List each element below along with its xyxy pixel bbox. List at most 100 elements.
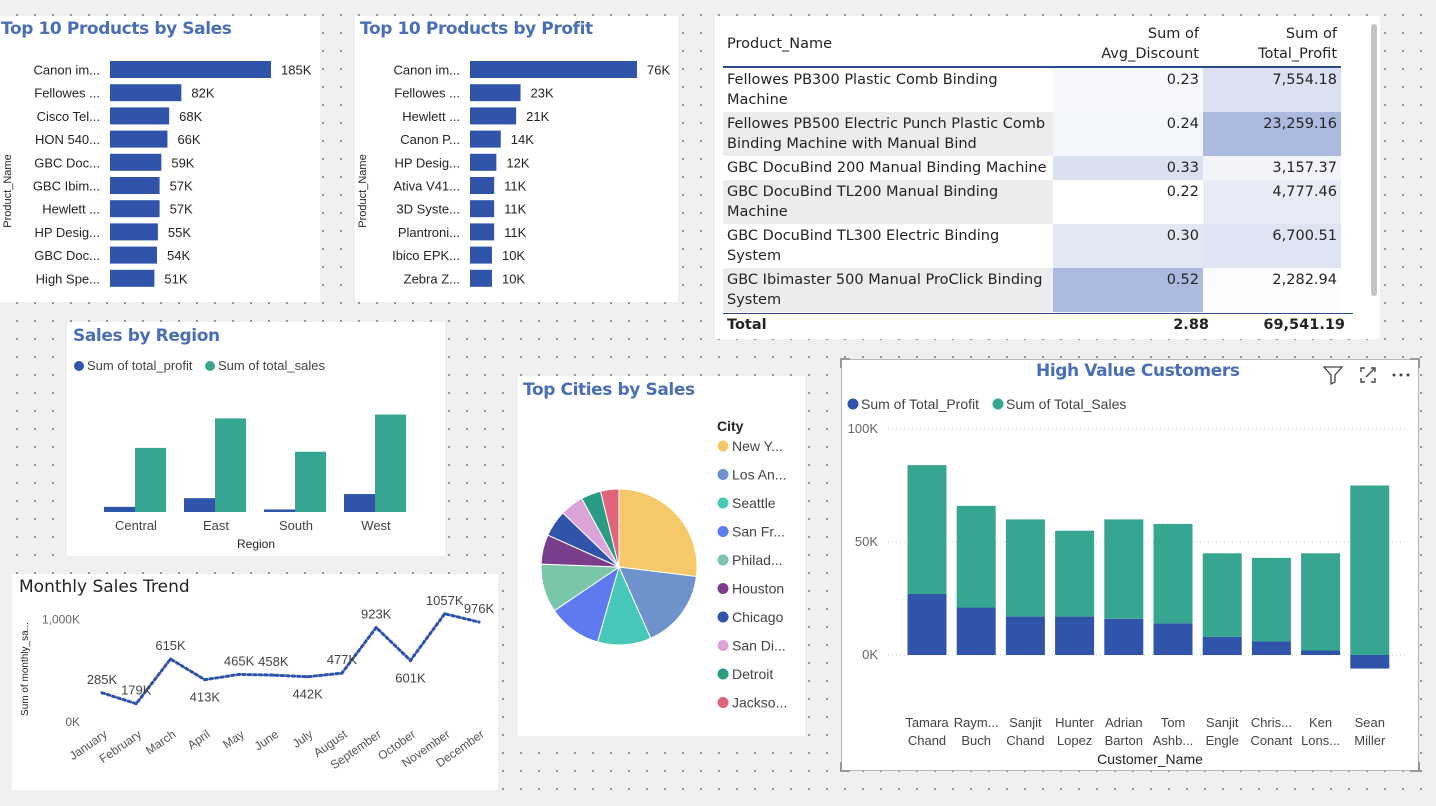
column-header-product-name[interactable]: Product_Name: [723, 22, 1053, 68]
sales-category-label: HP Desig...: [34, 225, 100, 240]
hv-sales-bar: [907, 465, 947, 594]
monthly-point: [237, 672, 241, 676]
top-products-profit-card[interactable]: Top 10 Products by Profit Product_Name Ca…: [355, 16, 678, 302]
table-row[interactable]: GBC DocuBind TL200 Manual Binding Machin…: [723, 180, 1341, 224]
resize-handle-top-left[interactable]: [840, 358, 850, 368]
cell-total-profit: 6,700.51: [1203, 224, 1341, 268]
region-axis-label: Region: [237, 537, 275, 551]
profit-value-label: 10K: [502, 271, 525, 286]
sales-category-label: GBC Doc...: [34, 155, 100, 170]
high-value-customers-card[interactable]: High Value Customers Sum of Total_Profit…: [840, 358, 1420, 772]
sales-bar: [110, 130, 168, 148]
monthly-x-label: June: [252, 727, 282, 754]
resize-handle-top-right[interactable]: [1410, 358, 1420, 368]
table-row[interactable]: GBC DocuBind TL300 Electric Binding Syst…: [723, 224, 1341, 268]
top-cities-card[interactable]: Top Cities by Sales City New Y... Los An..…: [518, 376, 805, 736]
profit-bar: [470, 177, 495, 194]
profit-category-label: Ibico EPK...: [392, 248, 460, 263]
hv-profit-bar: [1350, 655, 1390, 669]
hv-category-label: Ashb...: [1153, 733, 1193, 748]
hv-category-label: Raym...: [954, 715, 999, 730]
top-products-sales-chart[interactable]: Product_Name Canon im... 185K Fellowes ... 8…: [0, 16, 320, 302]
resize-handle-bottom-left[interactable]: [840, 762, 850, 772]
profit-value-label: 10K: [502, 248, 525, 263]
cities-legend-label: Chicago: [732, 609, 784, 625]
cities-legend-marker: [717, 526, 729, 537]
region-profit-bar: [184, 498, 215, 512]
cities-legend-marker: [717, 554, 729, 566]
hv-category-label: Hunter: [1055, 715, 1095, 730]
sales-category-label: GBC Doc...: [34, 248, 100, 263]
profit-bar: [470, 130, 501, 148]
column-header-total-profit[interactable]: Sum of Total_Profit: [1203, 22, 1341, 68]
monthly-data-label: 458K: [258, 654, 289, 669]
top-products-sales-card[interactable]: Top 10 Products by Sales Product_Name Can…: [0, 16, 320, 302]
cities-legend-label: Jackso...: [732, 695, 787, 711]
cell-total-profit: 2,282.94: [1203, 268, 1341, 312]
sales-value-label: 57K: [170, 179, 193, 194]
high-value-customers-chart[interactable]: Sum of Total_Profit Sum of Total_Sales 100…: [842, 360, 1418, 770]
sales-by-region-chart[interactable]: Sum of total_profit Sum of total_sales Cen…: [67, 322, 445, 556]
hv-sales-bar: [1251, 557, 1291, 642]
sales-category-label: Hewlett ...: [42, 202, 100, 217]
sales-value-label: 66K: [177, 132, 200, 147]
monthly-data-label: 601K: [395, 670, 426, 685]
table-row[interactable]: Fellowes PB300 Plastic Comb Binding Mach…: [723, 67, 1341, 112]
monthly-sales-line: [100, 612, 481, 706]
sales-by-region-card[interactable]: Sales by Region Sum of total_profit Sum o…: [67, 322, 445, 556]
hv-profit-bar: [956, 607, 996, 655]
profit-bar: [470, 269, 492, 287]
monthly-sales-card[interactable]: Monthly Sales Trend Sum of monthly_sa...…: [12, 574, 498, 790]
product-matrix-card[interactable]: Product_Name Sum of Avg_Discount Sum of …: [715, 16, 1380, 339]
table-row[interactable]: Fellowes PB500 Electric Punch Plastic Co…: [723, 112, 1341, 156]
hv-category-label: Engle: [1206, 733, 1239, 748]
cities-legend-label: San Fr...: [732, 524, 785, 540]
hv-sales-bar: [1202, 553, 1242, 637]
column-header-avg-discount[interactable]: Sum of Avg_Discount: [1053, 22, 1203, 68]
region-category-label: South: [279, 518, 313, 533]
table-row[interactable]: GBC Ibimaster 500 Manual ProClick Bindin…: [723, 268, 1341, 312]
profit-category-label: Canon im...: [394, 63, 460, 78]
monthly-point: [203, 678, 207, 682]
monthly-point: [477, 620, 481, 624]
monthly-ylabel: Sum of monthly_sa...: [20, 622, 31, 716]
table-row[interactable]: GBC DocuBind 200 Manual Binding Machine 0…: [723, 156, 1341, 180]
monthly-point: [100, 691, 104, 695]
cell-product-name: Fellowes PB300 Plastic Comb Binding Mach…: [723, 67, 1053, 112]
top-cities-chart[interactable]: City New Y... Los An... Seattle San Fr... Phi…: [518, 376, 805, 736]
cell-product-name: Fellowes PB500 Electric Punch Plastic Co…: [723, 112, 1053, 156]
hv-category-label: Sean: [1355, 715, 1385, 730]
top-products-profit-chart[interactable]: Product_Name Canon im... 76K Fellowes ... 23…: [355, 16, 678, 302]
resize-handle-bottom-right[interactable]: [1410, 762, 1420, 772]
product-matrix-table[interactable]: Product_Name Sum of Avg_Discount Sum of …: [723, 22, 1341, 313]
cities-legend-label: Houston: [732, 581, 784, 597]
monthly-sales-chart[interactable]: Sum of monthly_sa...1,000K0K285KJanuary1…: [12, 574, 498, 790]
cities-legend-label: Philad...: [732, 552, 783, 568]
monthly-x-label: March: [143, 727, 178, 758]
hv-category-label: Buch: [961, 733, 991, 748]
hv-category-label: Lopez: [1057, 733, 1092, 748]
hv-profit-bar: [907, 593, 947, 655]
cell-avg-discount: 0.24: [1053, 112, 1203, 156]
profit-category-label: HP Desig...: [394, 155, 460, 170]
cities-legend-title: City: [717, 418, 744, 434]
profit-bar: [470, 246, 492, 264]
monthly-data-label: 465K: [224, 653, 255, 668]
profit-value-label: 11K: [504, 202, 526, 217]
profit-bar: [470, 107, 517, 125]
hv-category-label: Conant: [1250, 733, 1292, 748]
cities-legend-label: San Di...: [732, 638, 786, 654]
monthly-data-label: 285K: [87, 672, 118, 687]
region-sales-bar: [135, 447, 166, 512]
profit-category-label: Zebra Z...: [404, 271, 460, 286]
cities-legend-marker: [717, 440, 729, 452]
legend-profit-label: Sum of Total_Profit: [861, 396, 979, 412]
monthly-data-label: 615K: [155, 638, 186, 653]
cities-legend-label: New Y...: [732, 438, 783, 454]
sales-bar: [110, 107, 170, 125]
monthly-point: [374, 625, 378, 629]
hv-category-label: Ken: [1309, 715, 1332, 730]
cities-legend-label: Detroit: [732, 666, 773, 682]
matrix-scrollbar[interactable]: [1371, 24, 1377, 296]
cities-legend-marker: [717, 497, 729, 509]
